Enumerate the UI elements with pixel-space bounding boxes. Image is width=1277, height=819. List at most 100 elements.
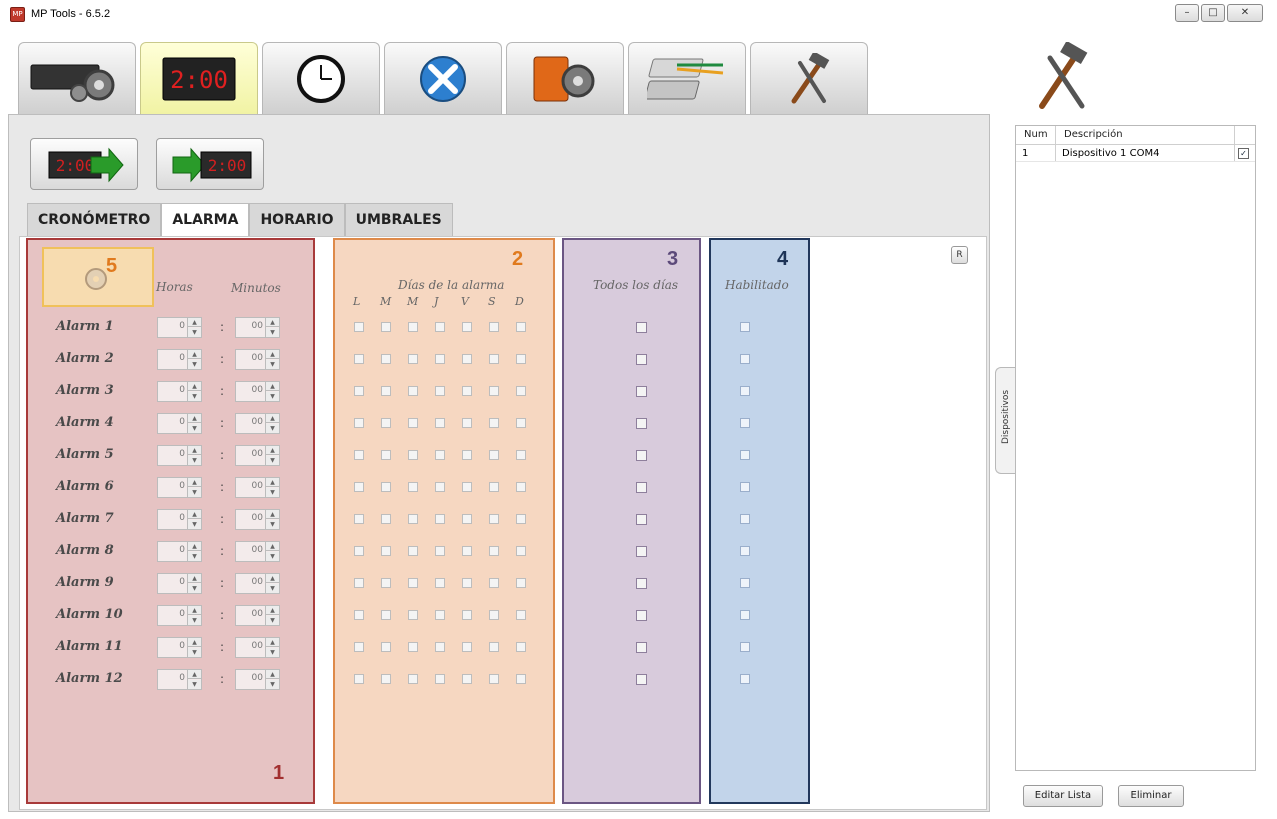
- hours-stepper[interactable]: 0 ▲ ▼: [157, 477, 202, 498]
- down-arrow-icon[interactable]: ▼: [188, 552, 201, 561]
- every-day-checkbox[interactable]: [636, 354, 647, 365]
- up-arrow-icon[interactable]: ▲: [188, 446, 201, 455]
- down-arrow-icon[interactable]: ▼: [266, 520, 279, 529]
- day-checkbox[interactable]: [354, 322, 364, 332]
- up-arrow-icon[interactable]: ▲: [266, 414, 279, 423]
- day-checkbox[interactable]: [435, 578, 445, 588]
- day-checkbox[interactable]: [489, 514, 499, 524]
- day-checkbox[interactable]: [408, 450, 418, 460]
- day-checkbox[interactable]: [489, 322, 499, 332]
- day-checkbox[interactable]: [516, 482, 526, 492]
- every-day-checkbox[interactable]: [636, 578, 647, 589]
- enabled-checkbox[interactable]: [740, 450, 750, 460]
- every-day-checkbox[interactable]: [636, 482, 647, 493]
- day-checkbox[interactable]: [489, 482, 499, 492]
- every-day-checkbox[interactable]: [636, 418, 647, 429]
- tab-umbrales[interactable]: UMBRALES: [344, 203, 453, 236]
- day-checkbox[interactable]: [516, 610, 526, 620]
- day-checkbox[interactable]: [435, 354, 445, 364]
- tab-tools[interactable]: [384, 42, 502, 114]
- day-checkbox[interactable]: [489, 642, 499, 652]
- enabled-checkbox[interactable]: [740, 642, 750, 652]
- day-checkbox[interactable]: [516, 642, 526, 652]
- day-checkbox[interactable]: [462, 674, 472, 684]
- col-num[interactable]: Num: [1024, 129, 1048, 140]
- up-arrow-icon[interactable]: ▲: [188, 318, 201, 327]
- enabled-checkbox[interactable]: [740, 322, 750, 332]
- down-arrow-icon[interactable]: ▼: [188, 392, 201, 401]
- tab-red-led-display[interactable]: 2:00: [140, 42, 258, 114]
- day-checkbox[interactable]: [354, 642, 364, 652]
- up-arrow-icon[interactable]: ▲: [188, 478, 201, 487]
- day-checkbox[interactable]: [354, 546, 364, 556]
- day-checkbox[interactable]: [489, 578, 499, 588]
- day-checkbox[interactable]: [354, 610, 364, 620]
- hours-stepper[interactable]: 0 ▲ ▼: [157, 573, 202, 594]
- day-checkbox[interactable]: [489, 354, 499, 364]
- day-checkbox[interactable]: [408, 610, 418, 620]
- day-checkbox[interactable]: [462, 386, 472, 396]
- tab-cronometro[interactable]: CRONÓMETRO: [27, 203, 162, 236]
- day-checkbox[interactable]: [435, 322, 445, 332]
- down-arrow-icon[interactable]: ▼: [188, 360, 201, 369]
- minutes-stepper[interactable]: 00 ▲ ▼: [235, 381, 280, 402]
- every-day-checkbox[interactable]: [636, 610, 647, 621]
- minutes-stepper[interactable]: 00 ▲ ▼: [235, 605, 280, 626]
- day-checkbox[interactable]: [381, 514, 391, 524]
- down-arrow-icon[interactable]: ▼: [266, 552, 279, 561]
- minutes-stepper[interactable]: 00 ▲ ▼: [235, 413, 280, 434]
- hours-stepper[interactable]: 0 ▲ ▼: [157, 317, 202, 338]
- day-checkbox[interactable]: [435, 546, 445, 556]
- day-checkbox[interactable]: [354, 386, 364, 396]
- down-arrow-icon[interactable]: ▼: [266, 648, 279, 657]
- every-day-checkbox[interactable]: [636, 674, 647, 685]
- day-checkbox[interactable]: [381, 386, 391, 396]
- day-checkbox[interactable]: [381, 354, 391, 364]
- tab-horario[interactable]: HORARIO: [249, 203, 345, 236]
- enabled-checkbox[interactable]: [740, 514, 750, 524]
- day-checkbox[interactable]: [408, 418, 418, 428]
- day-checkbox[interactable]: [408, 482, 418, 492]
- day-checkbox[interactable]: [435, 514, 445, 524]
- up-arrow-icon[interactable]: ▲: [266, 606, 279, 615]
- day-checkbox[interactable]: [462, 514, 472, 524]
- maximize-button[interactable]: □: [1201, 4, 1225, 22]
- day-checkbox[interactable]: [408, 322, 418, 332]
- day-checkbox[interactable]: [516, 322, 526, 332]
- day-checkbox[interactable]: [516, 354, 526, 364]
- close-button[interactable]: ✕: [1227, 4, 1263, 22]
- receive-from-display-button[interactable]: 2:00: [156, 138, 264, 190]
- hours-stepper[interactable]: 0 ▲ ▼: [157, 637, 202, 658]
- enabled-checkbox[interactable]: [740, 418, 750, 428]
- hours-stepper[interactable]: 0 ▲ ▼: [157, 509, 202, 530]
- down-arrow-icon[interactable]: ▼: [188, 488, 201, 497]
- day-checkbox[interactable]: [435, 418, 445, 428]
- every-day-checkbox[interactable]: [636, 642, 647, 653]
- up-arrow-icon[interactable]: ▲: [266, 510, 279, 519]
- day-checkbox[interactable]: [435, 610, 445, 620]
- day-checkbox[interactable]: [381, 642, 391, 652]
- day-checkbox[interactable]: [435, 386, 445, 396]
- tab-device-config[interactable]: [18, 42, 136, 114]
- day-checkbox[interactable]: [408, 386, 418, 396]
- up-arrow-icon[interactable]: ▲: [188, 414, 201, 423]
- down-arrow-icon[interactable]: ▼: [188, 520, 201, 529]
- tab-alarma[interactable]: ALARMA: [161, 203, 250, 237]
- up-arrow-icon[interactable]: ▲: [266, 382, 279, 391]
- minutes-stepper[interactable]: 00 ▲ ▼: [235, 637, 280, 658]
- day-checkbox[interactable]: [516, 578, 526, 588]
- edit-list-button[interactable]: Editar Lista: [1023, 785, 1103, 807]
- up-arrow-icon[interactable]: ▲: [266, 574, 279, 583]
- day-checkbox[interactable]: [408, 674, 418, 684]
- down-arrow-icon[interactable]: ▼: [266, 488, 279, 497]
- up-arrow-icon[interactable]: ▲: [188, 510, 201, 519]
- day-checkbox[interactable]: [435, 482, 445, 492]
- minutes-stepper[interactable]: 00 ▲ ▼: [235, 669, 280, 690]
- day-checkbox[interactable]: [516, 450, 526, 460]
- reset-button[interactable]: R: [951, 246, 968, 264]
- day-checkbox[interactable]: [462, 450, 472, 460]
- down-arrow-icon[interactable]: ▼: [266, 584, 279, 593]
- down-arrow-icon[interactable]: ▼: [188, 616, 201, 625]
- day-checkbox[interactable]: [354, 578, 364, 588]
- tab-clock[interactable]: [262, 42, 380, 114]
